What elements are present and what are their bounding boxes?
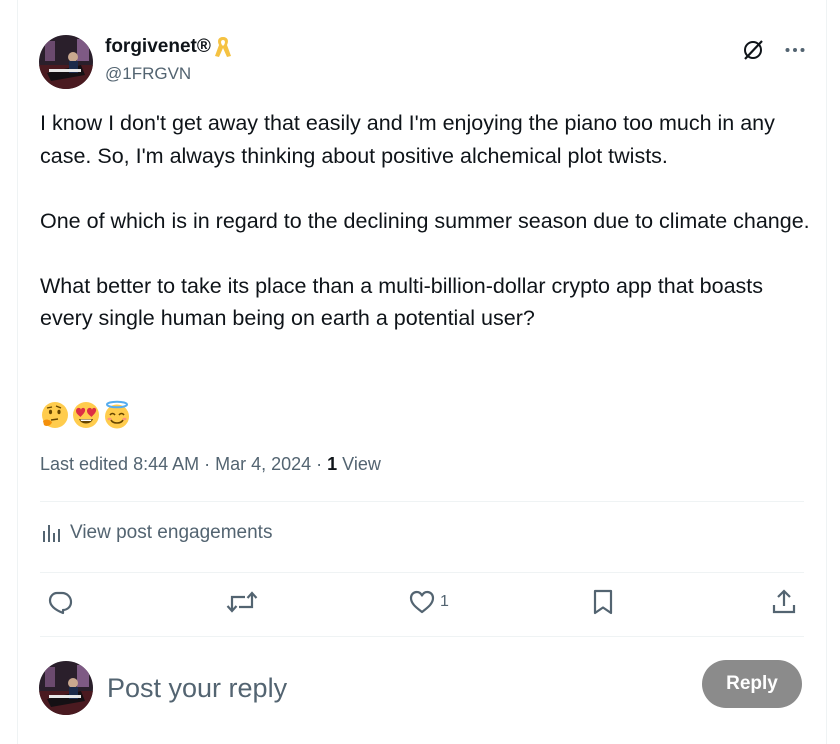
heart-eyes-emoji <box>73 402 99 428</box>
engagements-label: View post engagements <box>70 522 273 543</box>
repost-icon <box>226 591 258 613</box>
view-engagements-link[interactable]: View post engagements <box>40 522 272 544</box>
share-button[interactable] <box>770 588 798 616</box>
action-bar: 1 <box>40 588 804 622</box>
post-paragraph: One of which is in regard to the declini… <box>40 208 810 233</box>
divider <box>40 572 804 573</box>
author-names: forgivenet® @1FRGVN <box>105 35 232 84</box>
user-avatar[interactable] <box>39 661 93 715</box>
views-label: View <box>337 454 381 474</box>
post-paragraph: What better to take its place than a mul… <box>40 273 764 331</box>
bookmark-button[interactable] <box>590 588 616 616</box>
divider <box>40 501 804 502</box>
post-emojis <box>40 400 132 430</box>
post-text: I know I don't get away that easily and … <box>40 107 810 367</box>
like-button[interactable]: 1 <box>408 588 449 616</box>
views-count: 1 <box>327 454 338 474</box>
reply-input[interactable]: Post your reply <box>107 668 667 708</box>
halo-smile-emoji <box>105 400 129 429</box>
awareness-ribbon-icon <box>214 35 232 59</box>
author-avatar[interactable] <box>39 35 93 89</box>
bookmark-icon <box>593 589 613 615</box>
author-handle[interactable]: @1FRGVN <box>105 64 232 84</box>
like-icon <box>409 590 435 614</box>
share-icon <box>772 589 796 614</box>
reply-button[interactable] <box>46 588 74 616</box>
grok-icon[interactable] <box>741 38 765 67</box>
edited-timestamp[interactable]: Last edited 8:44 AM · Mar 4, 2024 · <box>40 454 327 474</box>
post-header: forgivenet® @1FRGVN <box>39 33 809 93</box>
reply-composer: Post your reply Reply <box>39 660 804 716</box>
thinking-face-emoji <box>42 402 68 428</box>
like-count: 1 <box>440 593 449 610</box>
reply-submit-button[interactable]: Reply <box>702 660 802 708</box>
author-display-name[interactable]: forgivenet® <box>105 36 211 58</box>
post-paragraph: I know I don't get away that easily and … <box>40 111 775 168</box>
repost-button[interactable] <box>226 588 258 616</box>
more-options-icon[interactable] <box>783 38 807 67</box>
reply-icon <box>48 591 73 615</box>
analytics-icon <box>40 522 62 544</box>
divider <box>40 636 804 637</box>
post-metadata: Last edited 8:44 AM · Mar 4, 2024 · 1 Vi… <box>40 454 381 475</box>
